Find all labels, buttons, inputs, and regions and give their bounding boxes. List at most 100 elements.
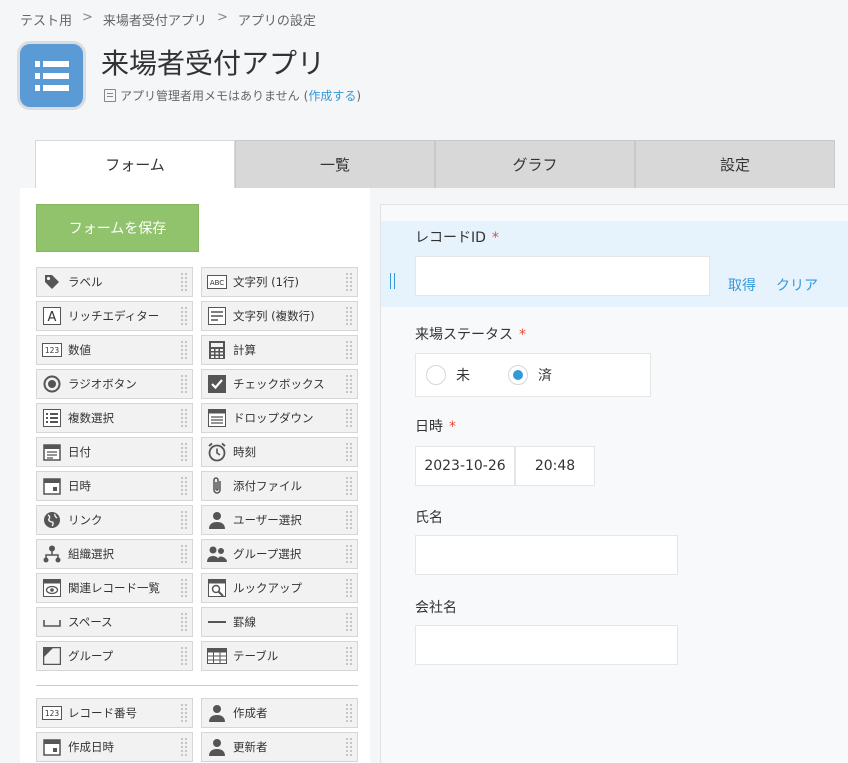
palette-item-created-datetime[interactable]: 作成日時 — [36, 732, 193, 762]
palette-item-date[interactable]: 日付 — [36, 437, 193, 467]
svg-text:ABC: ABC — [210, 279, 224, 287]
field-palette-panel: フォームを保存 ラベル ABC 文字列 (1行) A リッチエディター 文字列 … — [20, 188, 370, 763]
palette-item-creator[interactable]: 作成者 — [201, 698, 358, 728]
drag-handle-icon[interactable] — [180, 374, 188, 394]
radio-option-done[interactable] — [508, 365, 528, 385]
form-canvas: レコードID * 取得 クリア 来場ステータス * 未 済 日時 * 2023-10-… — [380, 204, 848, 763]
save-form-button[interactable]: フォームを保存 — [36, 204, 199, 252]
palette-item-time[interactable]: 時刻 — [201, 437, 358, 467]
palette-item-group[interactable]: グループ — [36, 641, 193, 671]
drag-handle-icon[interactable] — [345, 306, 353, 326]
drag-handle-icon[interactable] — [345, 612, 353, 632]
palette-item-radio[interactable]: ラジオボタン — [36, 369, 193, 399]
drag-handle-icon[interactable] — [180, 703, 188, 723]
datetime-icon — [42, 476, 62, 496]
drag-handle-icon[interactable] — [180, 408, 188, 428]
drag-handle-icon[interactable] — [345, 646, 353, 666]
rich-editor-icon: A — [42, 306, 62, 326]
tab-list[interactable]: 一覧 — [235, 140, 435, 188]
field-palette: ラベル ABC 文字列 (1行) A リッチエディター 文字列 (複数行) 12… — [36, 267, 358, 671]
palette-item-line[interactable]: 罫線 — [201, 607, 358, 637]
breadcrumb-separator: > — [82, 10, 93, 25]
palette-item-datetime[interactable]: 日時 — [36, 471, 193, 501]
palette-item-table[interactable]: テーブル — [201, 641, 358, 671]
name-input[interactable] — [415, 535, 678, 575]
drag-handle-icon[interactable] — [180, 476, 188, 496]
tab-graph[interactable]: グラフ — [435, 140, 635, 188]
palette-item-user-select[interactable]: ユーザー選択 — [201, 505, 358, 535]
date-input[interactable]: 2023-10-26 — [415, 446, 515, 486]
drag-handle-icon[interactable] — [345, 272, 353, 292]
drag-handle-icon[interactable] — [345, 442, 353, 462]
breadcrumb-item-space[interactable]: テスト用 — [20, 10, 72, 29]
app-list-icon — [20, 44, 83, 107]
create-memo-link[interactable]: 作成する — [308, 89, 356, 103]
palette-item-lookup[interactable]: ルックアップ — [201, 573, 358, 603]
palette-item-group-select[interactable]: グループ選択 — [201, 539, 358, 569]
memo-edit-icon — [104, 89, 116, 102]
palette-divider — [36, 685, 358, 686]
palette-item-modifier[interactable]: 更新者 — [201, 732, 358, 762]
name-label: 氏名 — [415, 510, 443, 526]
palette-item-calc[interactable]: 計算 — [201, 335, 358, 365]
drag-handle-icon[interactable] — [180, 612, 188, 632]
checkbox-icon — [207, 374, 227, 394]
palette-item-multi-select[interactable]: 複数選択 — [36, 403, 193, 433]
number-icon: 123 — [42, 340, 62, 360]
breadcrumb: テスト用 > 来場者受付アプリ > アプリの設定 — [20, 10, 316, 29]
drag-handle-icon[interactable] — [345, 737, 353, 757]
drag-handle-icon[interactable] — [345, 340, 353, 360]
tab-form[interactable]: フォーム — [35, 140, 235, 188]
palette-item-attachment[interactable]: 添付ファイル — [201, 471, 358, 501]
radio-option-not-yet[interactable] — [426, 365, 446, 385]
drag-handle-icon[interactable] — [180, 646, 188, 666]
palette-item-space[interactable]: スペース — [36, 607, 193, 637]
company-label: 会社名 — [415, 600, 457, 616]
palette-item-dropdown[interactable]: ドロップダウン — [201, 403, 358, 433]
calculator-icon — [207, 340, 227, 360]
datetime-label: 日時 * — [415, 419, 456, 435]
multiline-icon — [207, 306, 227, 326]
tab-settings[interactable]: 設定 — [635, 140, 835, 188]
palette-item-number[interactable]: 123 数値 — [36, 335, 193, 365]
palette-item-multi-line-text[interactable]: 文字列 (複数行) — [201, 301, 358, 331]
drag-handle-icon[interactable] — [345, 476, 353, 496]
drag-handle-icon[interactable] — [180, 578, 188, 598]
drag-handle-icon[interactable] — [345, 374, 353, 394]
datetime-icon — [42, 737, 62, 757]
record-id-input[interactable] — [415, 256, 710, 296]
required-mark: * — [449, 419, 456, 435]
drag-handle-icon[interactable] — [180, 737, 188, 757]
svg-text:A: A — [48, 310, 57, 325]
drag-handle-icon[interactable] — [180, 340, 188, 360]
lookup-clear-button[interactable]: クリア — [776, 275, 818, 295]
drag-handle-icon[interactable] — [180, 272, 188, 292]
svg-text:123: 123 — [45, 709, 60, 718]
drag-handle-icon[interactable] — [345, 408, 353, 428]
drag-handle-icon[interactable] — [345, 703, 353, 723]
drag-handle-icon[interactable] — [180, 442, 188, 462]
group-icon — [207, 544, 227, 564]
company-input[interactable] — [415, 625, 678, 665]
palette-item-related-records[interactable]: 関連レコード一覧 — [36, 573, 193, 603]
drag-handle-icon[interactable] — [390, 273, 395, 289]
drag-handle-icon[interactable] — [180, 544, 188, 564]
breadcrumb-item-current: アプリの設定 — [237, 14, 316, 29]
palette-item-single-line-text[interactable]: ABC 文字列 (1行) — [201, 267, 358, 297]
drag-handle-icon[interactable] — [345, 578, 353, 598]
lookup-get-button[interactable]: 取得 — [728, 275, 756, 295]
drag-handle-icon[interactable] — [180, 306, 188, 326]
palette-item-link[interactable]: リンク — [36, 505, 193, 535]
clock-icon — [207, 442, 227, 462]
palette-item-rich-editor[interactable]: A リッチエディター — [36, 301, 193, 331]
palette-item-checkbox[interactable]: チェックボックス — [201, 369, 358, 399]
memo-text: アプリ管理者用メモはありません — [120, 89, 300, 103]
time-input[interactable]: 20:48 — [515, 446, 595, 486]
palette-item-record-number[interactable]: 123 レコード番号 — [36, 698, 193, 728]
drag-handle-icon[interactable] — [180, 510, 188, 530]
drag-handle-icon[interactable] — [345, 544, 353, 564]
drag-handle-icon[interactable] — [345, 510, 353, 530]
breadcrumb-item-app[interactable]: 来場者受付アプリ — [103, 10, 207, 29]
palette-item-label[interactable]: ラベル — [36, 267, 193, 297]
palette-item-org-select[interactable]: 組織選択 — [36, 539, 193, 569]
